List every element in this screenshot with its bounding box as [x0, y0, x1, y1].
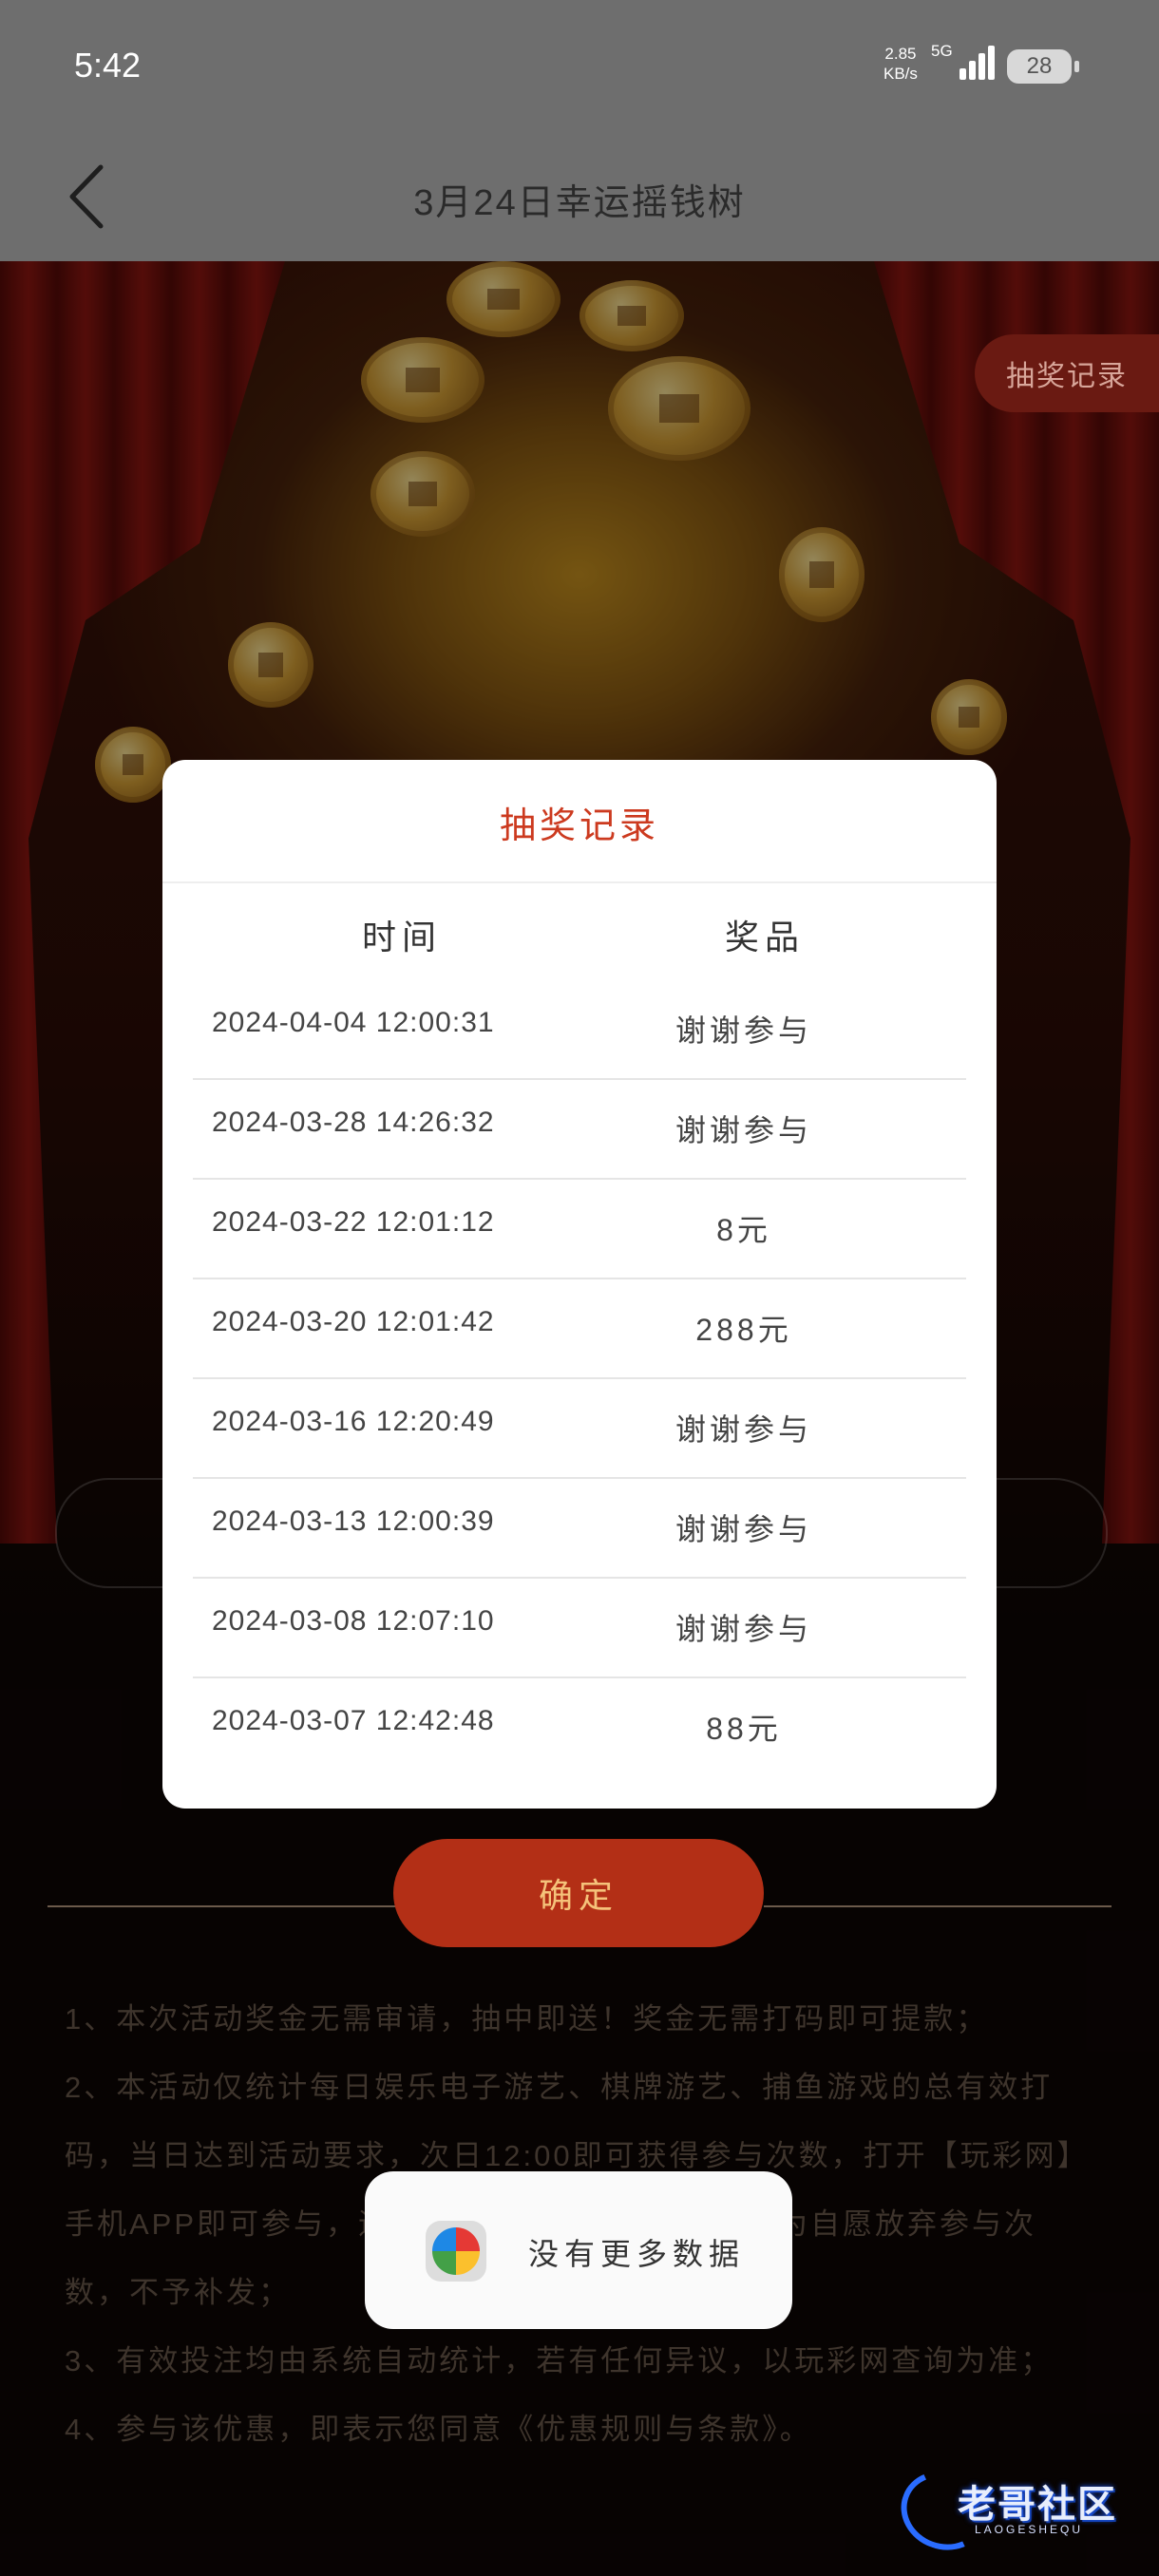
record-row: 2024-04-04 12:00:31 谢谢参与 [193, 978, 966, 1080]
record-prize: 谢谢参与 [674, 1113, 812, 1147]
draw-record-button[interactable]: 抽奖记录 [975, 334, 1159, 412]
draw-record-dialog: 抽奖记录 时间 奖品 2024-04-04 12:00:31 谢谢参与 2024… [162, 760, 997, 1809]
dialog-title: 抽奖记录 [499, 806, 659, 846]
record-prize: 谢谢参与 [674, 1013, 812, 1048]
record-time: 2024-03-20 12:01:42 [212, 1306, 495, 1337]
record-prize: 谢谢参与 [674, 1612, 812, 1646]
divider-right [764, 1905, 1112, 1907]
battery-level: 28 [1026, 53, 1053, 79]
record-time: 2024-03-13 12:00:39 [212, 1506, 495, 1537]
rule-item: 4、参与该优惠，即表示您同意《优惠规则与条款》。 [65, 2413, 812, 2446]
column-header-time: 时间 [362, 918, 443, 957]
record-row: 2024-03-13 12:00:39 谢谢参与 [193, 1477, 966, 1579]
app-logo-icon [426, 2221, 486, 2282]
network-type: 5G [931, 42, 953, 60]
record-prize: 8元 [716, 1213, 771, 1247]
column-header-prize: 奖品 [725, 918, 806, 957]
network-speed-value: 2.85 [884, 45, 917, 63]
confirm-button[interactable]: 确定 [393, 1839, 764, 1947]
record-row: 2024-03-22 12:01:12 8元 [193, 1178, 966, 1279]
toast-message: 没有更多数据 [528, 2237, 746, 2271]
record-time: 2024-03-28 14:26:32 [212, 1107, 495, 1138]
watermark-subtext: LAOGESHEQU [975, 2523, 1084, 2536]
record-time: 2024-03-07 12:42:48 [212, 1705, 495, 1736]
watermark-logo: 老哥社区 LAOGESHEQU [889, 2458, 1148, 2563]
record-row: 2024-03-20 12:01:42 288元 [193, 1278, 966, 1379]
record-time: 2024-03-08 12:07:10 [212, 1605, 495, 1637]
record-prize: 谢谢参与 [674, 1512, 812, 1546]
rule-item: 3、有效投注均由系统自动统计，若有任何异议，以玩彩网查询为准； [65, 2344, 1054, 2377]
record-prize: 288元 [695, 1313, 792, 1347]
record-row: 2024-03-28 14:26:32 谢谢参与 [193, 1078, 966, 1180]
divider-left [48, 1905, 395, 1907]
record-time: 2024-03-22 12:01:12 [212, 1206, 495, 1238]
status-time: 5:42 [74, 46, 142, 85]
record-time: 2024-03-16 12:20:49 [212, 1406, 495, 1437]
record-prize: 88元 [706, 1712, 782, 1746]
page-title: 3月24日幸运摇钱树 [413, 183, 746, 223]
watermark-text: 老哥社区 [958, 2484, 1117, 2526]
rule-item: 1、本次活动奖金无需审请，抽中即送！奖金无需打码即可提款； [65, 2002, 989, 2036]
record-row: 2024-03-16 12:20:49 谢谢参与 [193, 1377, 966, 1479]
record-time: 2024-04-04 12:00:31 [212, 1007, 495, 1038]
battery-icon: 28 [1007, 49, 1079, 84]
network-speed: 2.85 KB/s [884, 44, 918, 84]
record-row: 2024-03-07 12:42:48 88元 [193, 1676, 966, 1776]
network-speed-unit: KB/s [884, 65, 918, 83]
record-row: 2024-03-08 12:07:10 谢谢参与 [193, 1577, 966, 1678]
toast-no-more-data: 没有更多数据 [365, 2171, 792, 2329]
signal-icon [960, 46, 995, 80]
dialog-divider [162, 881, 997, 883]
record-prize: 谢谢参与 [674, 1412, 812, 1447]
